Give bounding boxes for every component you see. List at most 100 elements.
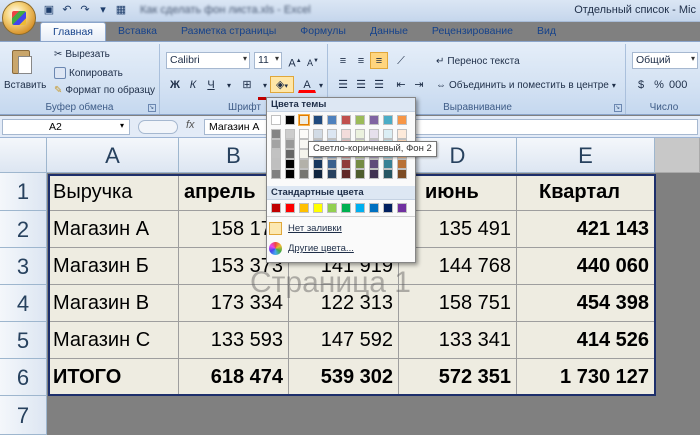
standard-color-swatch[interactable]	[271, 203, 281, 213]
font-size-combo[interactable]: 11 ▾	[254, 52, 282, 69]
theme-color-swatch[interactable]	[383, 129, 393, 139]
cell-e2[interactable]: 421 143	[517, 211, 655, 248]
bold-button[interactable]: Ж	[166, 76, 184, 93]
theme-color-swatch[interactable]	[397, 129, 407, 139]
currency-icon[interactable]: $	[632, 76, 650, 93]
theme-color-swatch[interactable]	[369, 159, 379, 169]
save-icon[interactable]: ▣	[42, 3, 56, 17]
theme-color-swatch[interactable]	[341, 169, 351, 179]
standard-color-swatch[interactable]	[285, 203, 295, 213]
theme-color-swatch[interactable]	[313, 115, 323, 125]
theme-color-swatch[interactable]	[397, 159, 407, 169]
theme-color-swatch[interactable]	[313, 159, 323, 169]
alignment-launcher-icon[interactable]: ↘	[614, 104, 622, 112]
font-name-combo[interactable]: Calibri ▾	[166, 52, 250, 69]
theme-color-swatch[interactable]	[285, 129, 295, 139]
cell-e3[interactable]: 440 060	[517, 248, 655, 285]
wrap-text-button[interactable]: ↵ Перенос текста	[436, 56, 520, 67]
theme-color-swatch[interactable]	[271, 115, 281, 125]
italic-button[interactable]: К	[184, 76, 202, 93]
theme-color-swatch[interactable]	[327, 169, 337, 179]
cell-d1[interactable]: июнь	[399, 174, 517, 211]
align-top-icon[interactable]: ≡	[334, 52, 352, 69]
theme-color-swatch[interactable]	[285, 139, 295, 149]
underline-menu-icon[interactable]: ▾	[220, 76, 238, 93]
comma-style-icon[interactable]: 000	[668, 76, 687, 93]
standard-color-swatch[interactable]	[327, 203, 337, 213]
theme-color-swatch[interactable]	[285, 115, 295, 125]
cell-d2[interactable]: 135 491	[399, 211, 517, 248]
tab-data[interactable]: Данные	[358, 22, 420, 42]
cut-button[interactable]: ✂ Вырезать	[54, 49, 110, 60]
theme-color-swatch[interactable]	[327, 115, 337, 125]
standard-color-swatch[interactable]	[299, 203, 309, 213]
percent-icon[interactable]: %	[650, 76, 668, 93]
cell-a4[interactable]: Магазин В	[48, 285, 179, 322]
theme-color-swatch[interactable]	[383, 169, 393, 179]
grow-font-icon[interactable]: A▲	[286, 52, 304, 70]
undo-icon[interactable]: ↶	[60, 3, 74, 17]
clipboard-launcher-icon[interactable]: ↘	[148, 104, 156, 112]
theme-color-swatch[interactable]	[299, 169, 309, 179]
theme-color-swatch[interactable]	[355, 129, 365, 139]
print-icon[interactable]: ▦	[114, 3, 128, 17]
theme-color-swatch[interactable]	[397, 115, 407, 125]
cell-a5[interactable]: Магазин С	[48, 322, 179, 359]
row-header-5[interactable]: 5	[0, 322, 47, 359]
copy-button[interactable]: Копировать	[54, 67, 123, 79]
theme-color-swatch[interactable]	[369, 115, 379, 125]
cell-c5[interactable]: 147 592	[289, 322, 399, 359]
select-all-corner[interactable]	[0, 138, 47, 173]
theme-color-swatch[interactable]	[271, 169, 281, 179]
cell-b5[interactable]: 133 593	[179, 322, 289, 359]
tab-home[interactable]: Главная	[40, 22, 106, 42]
theme-color-swatch[interactable]	[327, 159, 337, 169]
cell-e4[interactable]: 454 398	[517, 285, 655, 322]
orientation-icon[interactable]: ⟋	[392, 52, 410, 69]
tab-review[interactable]: Рецензирование	[420, 22, 525, 42]
row-header-2[interactable]: 2	[0, 211, 47, 248]
align-center-icon[interactable]: ☰	[352, 76, 370, 93]
theme-color-swatch[interactable]	[285, 149, 295, 159]
theme-color-swatch[interactable]	[299, 159, 309, 169]
paste-button[interactable]: Вставить	[4, 80, 46, 91]
theme-color-swatch[interactable]	[285, 169, 295, 179]
theme-color-swatch[interactable]	[341, 115, 351, 125]
shrink-font-icon[interactable]: A▼	[304, 52, 322, 69]
tab-formulas[interactable]: Формулы	[288, 22, 358, 42]
align-right-icon[interactable]: ☰	[370, 76, 388, 93]
theme-color-swatch[interactable]	[369, 169, 379, 179]
borders-icon[interactable]: ⊞	[238, 76, 256, 93]
column-header-e[interactable]: E	[517, 138, 655, 173]
fill-color-button[interactable]: ◈▾	[270, 76, 294, 93]
name-box[interactable]: A2	[2, 119, 130, 135]
theme-color-swatch[interactable]	[298, 114, 310, 126]
cell-d6[interactable]: 572 351	[399, 359, 517, 396]
cell-a6[interactable]: ИТОГО	[48, 359, 179, 396]
name-box-dropdown-icon[interactable]: ▾	[120, 121, 124, 130]
cell-a3[interactable]: Магазин Б	[48, 248, 179, 285]
office-button[interactable]	[2, 1, 36, 35]
standard-color-swatch[interactable]	[369, 203, 379, 213]
theme-color-swatch[interactable]	[355, 115, 365, 125]
tab-page-layout[interactable]: Разметка страницы	[169, 22, 288, 42]
theme-color-swatch[interactable]	[355, 169, 365, 179]
row-header-1[interactable]: 1	[0, 173, 47, 211]
tab-insert[interactable]: Вставка	[106, 22, 169, 42]
cell-e6[interactable]: 1 730 127	[517, 359, 655, 396]
cell-b6[interactable]: 618 474	[179, 359, 289, 396]
cell-a2[interactable]: Магазин А	[48, 211, 179, 248]
align-left-icon[interactable]: ☰	[334, 76, 352, 93]
theme-color-swatch[interactable]	[285, 159, 295, 169]
standard-color-swatch[interactable]	[355, 203, 365, 213]
theme-color-swatch[interactable]	[299, 129, 309, 139]
cell-e5[interactable]: 414 526	[517, 322, 655, 359]
row-header-7[interactable]: 7	[0, 396, 47, 435]
theme-color-swatch[interactable]	[369, 129, 379, 139]
insert-function-icon[interactable]: fx	[186, 119, 195, 131]
theme-color-swatch[interactable]	[327, 129, 337, 139]
number-format-combo[interactable]: Общий ▾	[632, 52, 698, 69]
row-header-6[interactable]: 6	[0, 359, 47, 396]
standard-color-swatch[interactable]	[341, 203, 351, 213]
underline-button[interactable]: Ч	[202, 76, 220, 93]
